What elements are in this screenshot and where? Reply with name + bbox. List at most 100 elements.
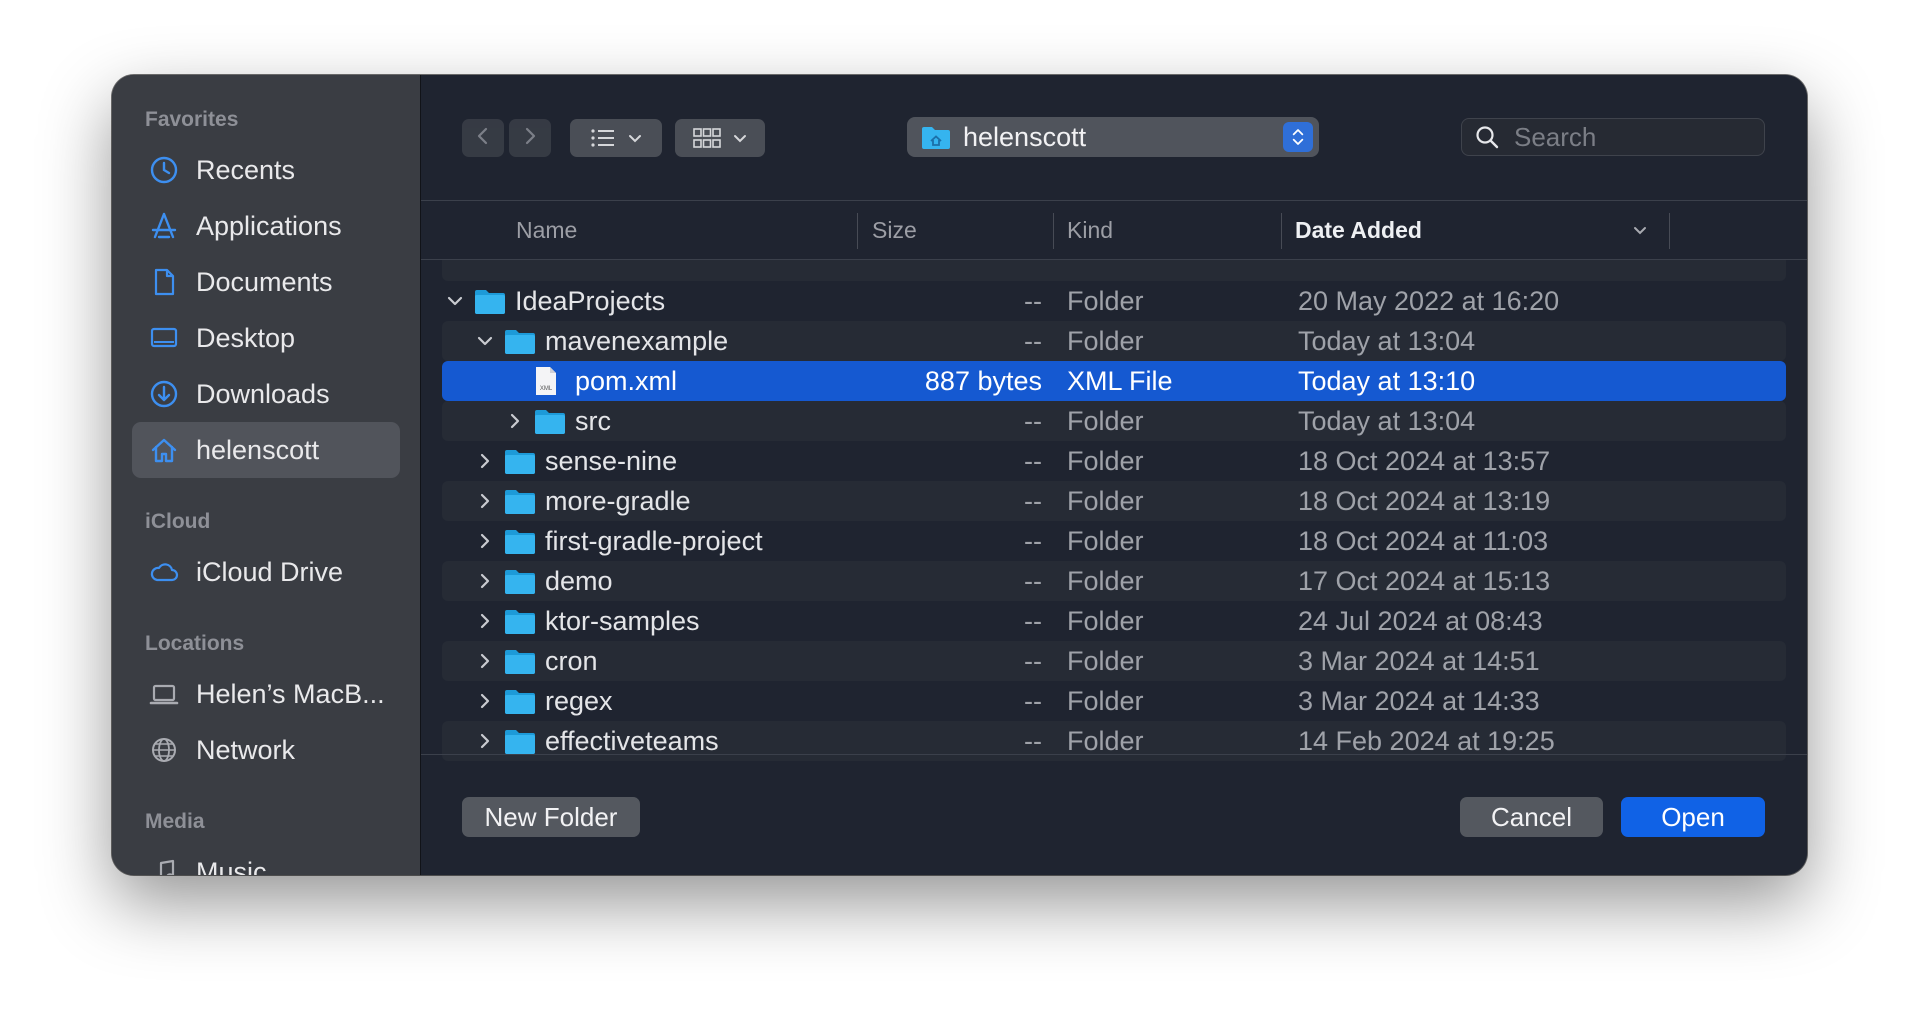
column-kind[interactable]: Kind — [1067, 201, 1113, 259]
search-placeholder: Search — [1514, 121, 1597, 152]
sort-chevron-icon[interactable] — [1632, 201, 1648, 259]
sidebar-item-applications[interactable]: Applications — [132, 198, 400, 254]
sidebar-item-network[interactable]: Network — [132, 722, 400, 778]
sidebar-section-media: Media — [145, 810, 205, 833]
folder-icon — [474, 281, 506, 321]
folder-icon — [504, 321, 536, 361]
toolbar: helenscott Search — [421, 75, 1807, 201]
search-field[interactable]: Search — [1461, 118, 1765, 156]
new-folder-button[interactable]: New Folder — [462, 797, 640, 837]
table-row[interactable]: mavenexample -- Folder Today at 13:04 — [442, 321, 1786, 361]
sidebar-item-label: Downloads — [196, 378, 330, 409]
file-kind: Folder — [1067, 525, 1144, 556]
sidebar-item-music[interactable]: Music — [132, 844, 400, 875]
file-size: -- — [1024, 525, 1042, 556]
folder-icon — [504, 561, 536, 601]
file-size: -- — [1024, 645, 1042, 676]
file-name: sense-nine — [545, 445, 678, 476]
music-note-icon — [148, 856, 180, 875]
chevron-down-icon — [732, 130, 748, 146]
group-by-button[interactable] — [675, 119, 765, 157]
table-row[interactable] — [442, 260, 1786, 281]
document-icon — [148, 266, 180, 298]
sidebar-item-label: Documents — [196, 266, 333, 297]
file-date-added: 17 Oct 2024 at 15:13 — [1298, 565, 1551, 596]
table-row[interactable]: first-gradle-project -- Folder 18 Oct 2024 … — [442, 521, 1786, 561]
chevron-down-icon[interactable] — [446, 281, 464, 321]
table-row[interactable]: sense-nine -- Folder 18 Oct 2024 at 13:57 — [442, 441, 1786, 481]
folder-icon — [534, 401, 566, 441]
table-row[interactable]: more-gradle -- Folder 18 Oct 2024 at 13:19 — [442, 481, 1786, 521]
open-button[interactable]: Open — [1621, 797, 1765, 837]
chevron-right-icon[interactable] — [506, 401, 524, 441]
sidebar-item-macbook[interactable]: Helen’s MacB... — [132, 666, 400, 722]
file-name: regex — [545, 685, 613, 716]
chevron-right-icon[interactable] — [476, 681, 494, 721]
back-button[interactable] — [462, 119, 504, 157]
file-kind: Folder — [1067, 645, 1144, 676]
folder-icon — [504, 641, 536, 681]
file-size: -- — [1024, 325, 1042, 356]
sidebar-item-helenscott[interactable]: helenscott — [132, 422, 400, 478]
chevron-down-icon[interactable] — [476, 321, 494, 361]
chevron-right-icon[interactable] — [476, 641, 494, 681]
sidebar-item-downloads[interactable]: Downloads — [132, 366, 400, 422]
forward-button[interactable] — [509, 119, 551, 157]
column-divider[interactable] — [1053, 213, 1054, 249]
sidebar-item-label: helenscott — [196, 434, 320, 465]
chevron-left-icon — [472, 125, 494, 152]
column-divider[interactable] — [1669, 213, 1670, 249]
table-row[interactable]: src -- Folder Today at 13:04 — [442, 401, 1786, 441]
chevron-right-icon[interactable] — [476, 601, 494, 641]
location-popup[interactable]: helenscott — [907, 117, 1319, 157]
file-browser: helenscott Search Name Size Kind Date Ad… — [421, 75, 1807, 875]
column-divider[interactable] — [857, 213, 858, 249]
column-name[interactable]: Name — [516, 201, 577, 259]
sidebar-item-desktop[interactable]: Desktop — [132, 310, 400, 366]
home-folder-icon — [921, 124, 951, 150]
file-kind: Folder — [1067, 405, 1144, 436]
file-size: -- — [1024, 445, 1042, 476]
file-kind: Folder — [1067, 325, 1144, 356]
sidebar-item-icloud-drive[interactable]: iCloud Drive — [132, 544, 400, 600]
table-row-selected[interactable]: XML pom.xml 887 bytes XML File Today at 13:1… — [442, 361, 1786, 401]
desktop-icon — [148, 322, 180, 354]
column-size[interactable]: Size — [872, 201, 917, 259]
table-row[interactable]: regex -- Folder 3 Mar 2024 at 14:33 — [442, 681, 1786, 721]
chevron-right-icon[interactable] — [476, 481, 494, 521]
table-row[interactable]: cron -- Folder 3 Mar 2024 at 14:51 — [442, 641, 1786, 681]
chevron-right-icon[interactable] — [476, 441, 494, 481]
file-date-added: Today at 13:04 — [1298, 405, 1476, 436]
folder-icon — [504, 481, 536, 521]
file-name: mavenexample — [545, 325, 729, 356]
file-name: pom.xml — [575, 365, 678, 396]
view-mode-button[interactable] — [570, 119, 662, 157]
chevron-right-icon[interactable] — [476, 521, 494, 561]
sidebar-section-favorites: Favorites — [145, 108, 239, 131]
file-list: IdeaProjects -- Folder 20 May 2022 at 16:20… — [442, 260, 1786, 765]
column-divider[interactable] — [1281, 213, 1282, 249]
table-row[interactable]: demo -- Folder 17 Oct 2024 at 15:13 — [442, 561, 1786, 601]
chevron-right-icon[interactable] — [476, 561, 494, 601]
dialog-footer: New Folder Cancel Open — [421, 754, 1807, 875]
file-kind: Folder — [1067, 485, 1144, 516]
globe-icon — [148, 734, 180, 766]
file-size: -- — [1024, 405, 1042, 436]
file-size: 887 bytes — [924, 365, 1042, 396]
sidebar: Favorites Recents Applications Documents… — [112, 75, 421, 875]
cloud-icon — [148, 556, 180, 588]
file-name: demo — [545, 565, 613, 596]
laptop-icon — [148, 678, 180, 710]
sidebar-item-label: Network — [196, 734, 296, 765]
location-label: helenscott — [963, 121, 1087, 152]
home-icon — [148, 434, 180, 466]
sidebar-item-documents[interactable]: Documents — [132, 254, 400, 310]
sidebar-item-label: iCloud Drive — [196, 556, 344, 587]
column-date-added[interactable]: Date Added — [1295, 201, 1422, 259]
cancel-button[interactable]: Cancel — [1460, 797, 1603, 837]
sidebar-item-recents[interactable]: Recents — [132, 142, 400, 198]
file-kind: Folder — [1067, 445, 1144, 476]
svg-text:XML: XML — [540, 386, 553, 392]
table-row[interactable]: IdeaProjects -- Folder 20 May 2022 at 16:20 — [442, 281, 1786, 321]
table-row[interactable]: ktor-samples -- Folder 24 Jul 2024 at 08:43 — [442, 601, 1786, 641]
